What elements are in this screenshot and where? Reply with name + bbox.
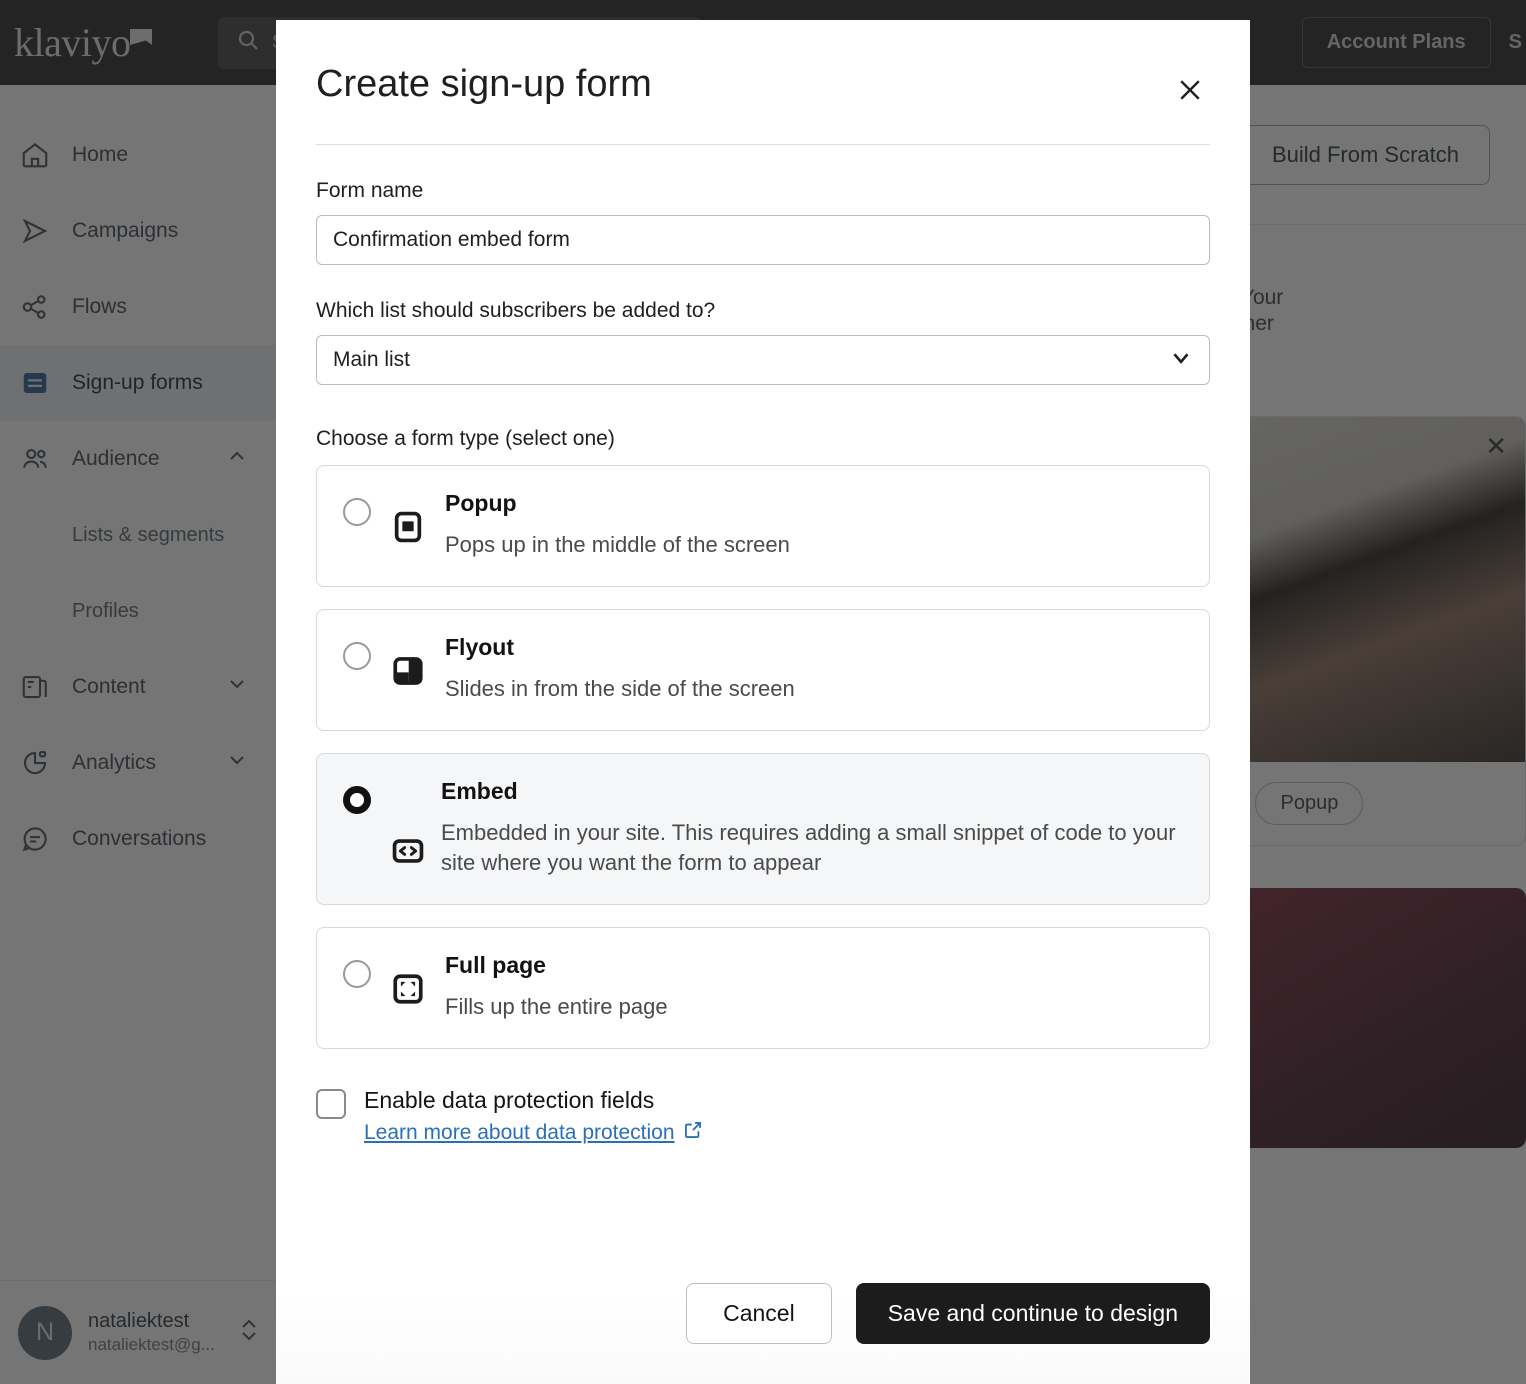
option-title: Full page [445,952,546,979]
save-and-continue-button[interactable]: Save and continue to design [855,1283,1210,1344]
list-select-label: Which list should subscribers be added t… [316,299,716,322]
cancel-button[interactable]: Cancel [686,1283,832,1344]
form-type-option-text: Full page Fills up the entire page [445,952,668,1022]
enable-data-protection-checkbox[interactable] [316,1089,346,1120]
option-description: Pops up in the middle of the screen [445,531,790,557]
radio-button[interactable] [343,641,371,670]
flyout-icon [391,654,425,688]
radio-button[interactable] [343,498,371,526]
data-protection-row: Enable data protection fields Learn more… [316,1087,1210,1146]
link-label: Learn more about data protection [364,1121,675,1145]
form-type-option-text: Popup Pops up in the middle of the scree… [445,490,790,560]
data-protection-label: Enable data protection fields [364,1087,655,1114]
option-title: Flyout [445,633,514,660]
embed-code-icon [391,834,425,868]
form-name-input[interactable] [316,215,1210,265]
data-protection-learn-more-link[interactable]: Learn more about data protection [364,1120,703,1146]
close-icon[interactable] [1170,70,1210,110]
form-type-option-embed[interactable]: Embed Embedded in your site. This requir… [316,752,1210,906]
list-select[interactable]: Main list [316,335,1210,385]
form-type-label: Choose a form type (select one) [316,427,615,450]
popup-icon [391,510,425,544]
form-name-label: Form name [316,179,424,202]
list-select-value: Main list [333,348,411,371]
create-signup-form-dialog: Create sign-up form Form name Which list… [276,20,1250,1384]
option-title: Embed [441,777,518,804]
radio-button[interactable] [343,785,371,814]
dialog-body: Form name Which list should subscribers … [276,145,1250,1253]
page-title: Create sign-up form [316,63,652,105]
full-page-icon [391,972,425,1006]
option-description: Slides in from the side of the screen [445,675,795,701]
form-type-option-flyout[interactable]: Flyout Slides in from the side of the sc… [316,608,1210,731]
form-type-option-text: Embed Embedded in your site. This requir… [441,778,1183,878]
external-link-icon [683,1120,703,1146]
option-description: Fills up the entire page [445,993,668,1019]
form-type-option-popup[interactable]: Popup Pops up in the middle of the scree… [316,465,1210,587]
data-protection-text: Enable data protection fields Learn more… [364,1087,703,1146]
dialog-footer: Cancel Save and continue to design [276,1253,1250,1384]
radio-button[interactable] [343,960,371,989]
form-type-option-full-page[interactable]: Full page Fills up the entire page [316,927,1210,1050]
list-select-wrapper: Main list [316,335,1210,385]
form-type-option-text: Flyout Slides in from the side of the sc… [445,634,795,704]
option-description: Embedded in your site. This requires add… [441,819,1176,875]
option-title: Popup [445,490,517,516]
dialog-header: Create sign-up form [276,20,1250,110]
